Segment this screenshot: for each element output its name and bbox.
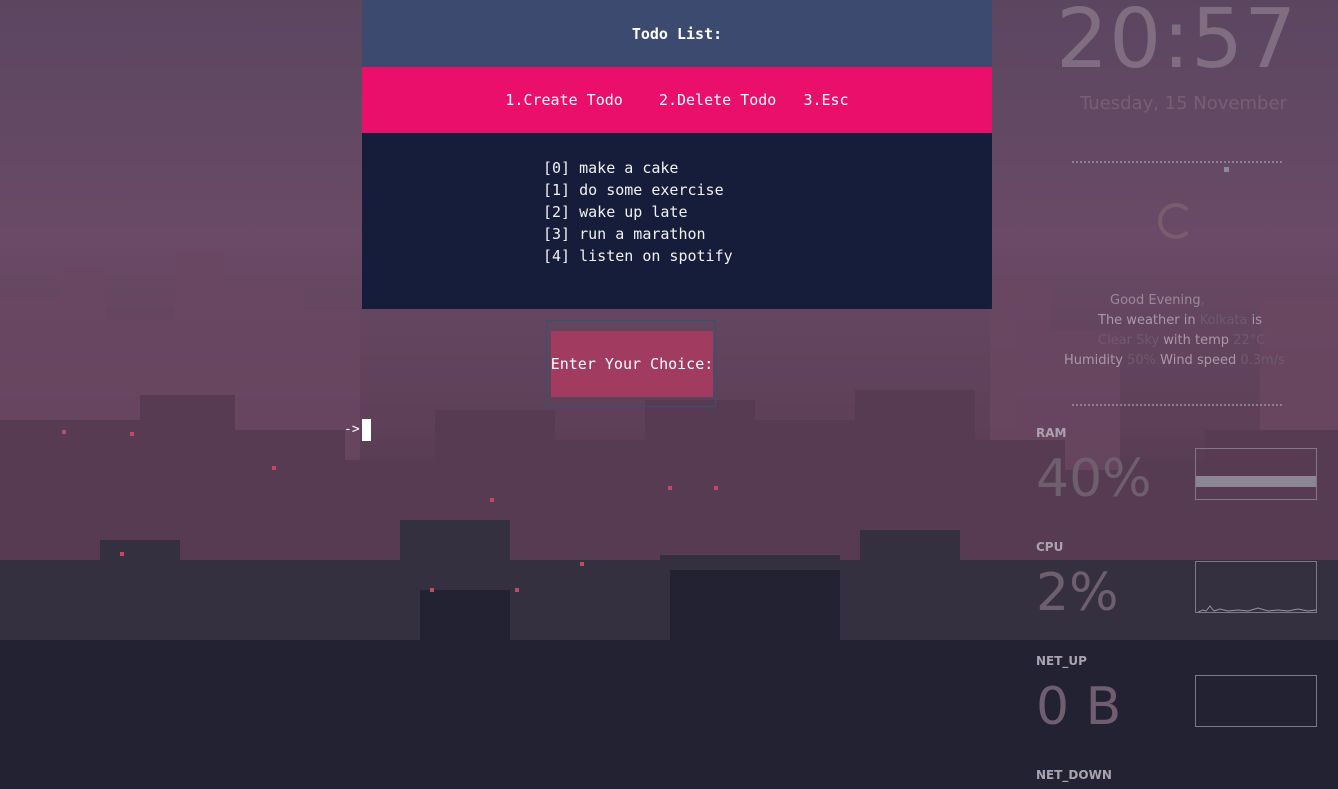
choice-prompt-label: Enter Your Choice: [551,331,713,397]
widget-divider [1072,161,1282,163]
weather-details-line: Humidity 50% Wind speed 0.3m/s [1064,353,1285,368]
widget-dot [1224,167,1229,172]
todo-item: [2] wake up late [543,203,688,221]
greeting-line: Good Evening, [1110,293,1205,308]
cpu-graph-spark [1198,605,1316,612]
ram-graph [1195,448,1317,500]
cpu-graph [1195,561,1317,613]
net-up-graph [1195,675,1317,727]
menu-spacer [623,91,659,109]
ram-value: 40% [1036,449,1152,509]
todo-item: [4] listen on spotify [543,247,733,265]
weather-moon-icon [1158,203,1194,239]
widget-divider [1072,404,1282,406]
input-prompt-arrow: -> [344,422,360,437]
ram-label: RAM [1036,426,1067,440]
todo-item: [3] run a marathon [543,225,706,243]
menu-bar: 1.Create Todo 2.Delete Todo 3.Esc [362,67,992,133]
ram-graph-fill [1196,476,1316,487]
todo-list: [0] make a cake [1] do some exercise [2]… [362,133,992,309]
weather-condition-line: Clear Sky with temp 22°C [1098,333,1266,348]
clock-date: Tuesday, 15 November [1080,93,1287,114]
cpu-label: CPU [1036,540,1064,554]
menu-esc[interactable]: 3.Esc [803,91,848,109]
todo-item: [0] make a cake [543,159,679,177]
todo-item: [1] do some exercise [543,181,724,199]
net-up-label: NET_UP [1036,654,1087,668]
clock-time: 20:57 [1056,0,1298,87]
text-cursor[interactable] [362,419,371,441]
menu-spacer [776,91,803,109]
cpu-value: 2% [1036,563,1119,623]
weather-location-line: The weather in Kolkata is [1098,313,1263,328]
menu-delete-todo[interactable]: 2.Delete Todo [659,91,776,109]
todo-list-title: Todo List: [362,0,992,67]
net-up-value: 0 B [1036,677,1122,737]
menu-create-todo[interactable]: 1.Create Todo [505,91,622,109]
net-down-label: NET_DOWN [1036,768,1112,782]
